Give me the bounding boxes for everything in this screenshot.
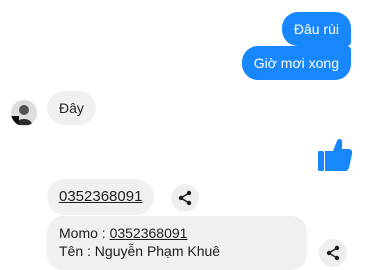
- share-icon: [326, 245, 340, 261]
- phone-number-link[interactable]: 0352368091: [59, 188, 142, 205]
- momo-number-link[interactable]: 0352368091: [110, 225, 188, 241]
- share-icon: [178, 190, 192, 206]
- incoming-message[interactable]: Đây: [47, 91, 96, 125]
- phone-number-message[interactable]: 0352368091: [47, 179, 155, 215]
- payment-info-message[interactable]: Momo : 0352368091 Tên : Nguyễn Phạm Khuê: [47, 216, 307, 270]
- user-avatar-icon: [11, 100, 37, 126]
- share-button[interactable]: [319, 239, 347, 267]
- outgoing-message[interactable]: Giờ mơi xong: [241, 46, 351, 80]
- share-button[interactable]: [171, 184, 199, 212]
- name-line: Tên : Nguyễn Phạm Khuê: [59, 243, 221, 259]
- momo-label: Momo :: [59, 225, 110, 241]
- outgoing-message[interactable]: Đâu rùi: [281, 12, 351, 46]
- thumbs-up-icon[interactable]: [315, 134, 355, 174]
- momo-line: Momo : 0352368091: [59, 224, 295, 242]
- avatar[interactable]: [11, 100, 37, 126]
